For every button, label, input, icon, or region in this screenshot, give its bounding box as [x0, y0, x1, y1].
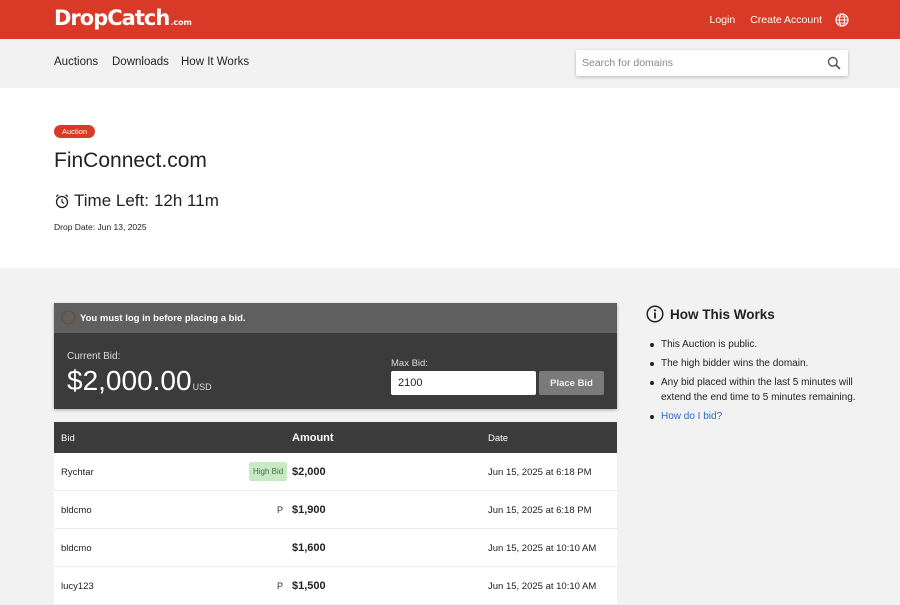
- time-left: Time Left: 12h 11m: [54, 191, 219, 211]
- how-it-works-heading: How This Works: [646, 305, 775, 323]
- bid-history-table: Bid Amount Date Rychtar High Bid $2,000 …: [54, 422, 617, 605]
- list-item: Any bid placed within the last 5 minutes…: [650, 375, 860, 405]
- current-bid-value: $2,000.00USD: [67, 365, 212, 397]
- nav-downloads[interactable]: Downloads: [112, 56, 169, 68]
- login-notice: You must log in before placing a bid.: [80, 313, 246, 324]
- logo-text: DropCatch: [54, 6, 170, 30]
- table-row: lucy123 P $1,500 Jun 15, 2025 at 10:10 A…: [54, 567, 617, 605]
- current-bid-label: Current Bid:: [67, 351, 121, 362]
- column-amount: Amount: [292, 432, 334, 444]
- bid-amount: $1,600: [292, 542, 326, 554]
- table-row: Rychtar High Bid $2,000 Jun 15, 2025 at …: [54, 453, 617, 491]
- list-item-link: How do I bid?: [650, 409, 860, 424]
- bid-panel: You must log in before placing a bid. Cu…: [54, 303, 617, 409]
- currency-unit: USD: [192, 382, 212, 392]
- proxy-bid-tag: P: [277, 581, 284, 591]
- search-box: [576, 50, 848, 76]
- create-account-link[interactable]: Create Account: [750, 14, 822, 26]
- bid-amount: $1,900: [292, 504, 326, 516]
- bidder-name: bldcmo: [61, 505, 92, 516]
- alarm-clock-icon: [55, 194, 69, 209]
- bid-date: Jun 15, 2025 at 6:18 PM: [488, 505, 592, 516]
- how-do-i-bid-link[interactable]: How do I bid?: [661, 411, 722, 422]
- top-bar: DropCatch.com Login Create Account: [0, 0, 900, 39]
- main-nav: Auctions Downloads How It Works: [0, 39, 900, 88]
- search-input[interactable]: [582, 50, 812, 76]
- high-bid-badge: High Bid: [249, 462, 288, 481]
- domain-title: FinConnect.com: [54, 149, 207, 172]
- table-header: Bid Amount Date: [54, 422, 617, 453]
- warning-icon: [61, 310, 76, 325]
- current-bid-amount: $2,000.00: [67, 365, 192, 396]
- how-it-works-list: This Auction is public. The high bidder …: [650, 337, 860, 428]
- table-row: bldcmo P $1,900 Jun 15, 2025 at 6:18 PM: [54, 491, 617, 529]
- list-item: This Auction is public.: [650, 337, 860, 352]
- list-item: The high bidder wins the domain.: [650, 356, 860, 371]
- login-notice-bar: You must log in before placing a bid.: [54, 303, 617, 333]
- time-left-value: 12h 11m: [153, 191, 219, 210]
- bid-amount: $2,000: [292, 466, 326, 478]
- drop-date: Drop Date: Jun 13, 2025: [54, 222, 147, 232]
- how-it-works-title: How This Works: [670, 306, 775, 322]
- bid-date: Jun 15, 2025 at 10:10 AM: [488, 581, 597, 592]
- bidder-name: Rychtar: [61, 467, 94, 478]
- nav-how-it-works[interactable]: How It Works: [181, 56, 249, 68]
- bid-amount: $1,500: [292, 580, 326, 592]
- auction-badge: Auction: [54, 125, 96, 138]
- bid-date: Jun 15, 2025 at 10:10 AM: [488, 543, 597, 554]
- account-links: Login Create Account: [695, 0, 850, 39]
- bidder-name: bldcmo: [61, 543, 92, 554]
- column-bid: Bid: [61, 433, 75, 444]
- column-date: Date: [488, 433, 509, 444]
- place-bid-button[interactable]: Place Bid: [539, 371, 604, 395]
- max-bid-label: Max Bid:: [391, 358, 428, 369]
- time-left-label: Time Left:: [74, 191, 149, 210]
- proxy-bid-tag: P: [277, 505, 284, 515]
- table-row: bldcmo $1,600 Jun 15, 2025 at 10:10 AM: [54, 529, 617, 567]
- logo-suffix: .com: [170, 18, 192, 27]
- listing-header: Auction FinConnect.com Time Left: 12h 11…: [0, 88, 900, 268]
- login-link[interactable]: Login: [710, 14, 736, 26]
- logo[interactable]: DropCatch.com: [54, 6, 192, 30]
- bid-date: Jun 15, 2025 at 6:18 PM: [488, 467, 592, 478]
- info-icon: [646, 305, 664, 323]
- search-icon[interactable]: [827, 56, 841, 70]
- bidder-name: lucy123: [61, 581, 94, 592]
- max-bid-input[interactable]: [391, 371, 536, 395]
- nav-auctions[interactable]: Auctions: [54, 56, 98, 68]
- globe-icon[interactable]: [835, 12, 849, 27]
